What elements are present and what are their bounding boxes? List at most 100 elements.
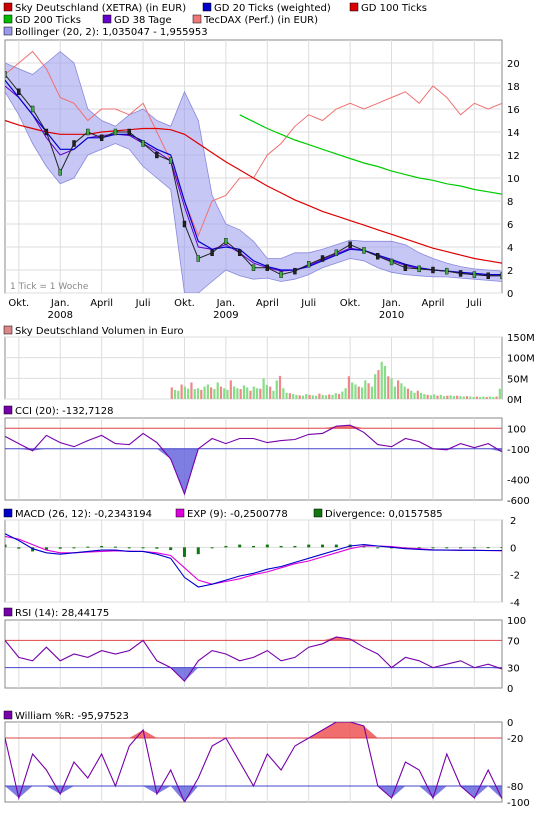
legend-item-gd20: GD 20 Ticks (weighted)	[214, 3, 331, 14]
volume-y-tick-2: 100M	[507, 354, 535, 365]
legend-item-gd200: GD 200 Ticks	[15, 15, 81, 26]
rsi-line	[5, 636, 502, 683]
legend-swatch-tecdax	[192, 14, 202, 24]
macd-y-tick-0: 2	[510, 516, 516, 527]
volume-bar-54	[347, 376, 351, 399]
divergence-legend-swatch	[313, 508, 323, 518]
volume-bar-20	[236, 388, 239, 399]
price-candle-6	[86, 128, 90, 136]
cci-plot	[5, 424, 502, 496]
cci-legend-swatch	[3, 405, 13, 415]
x-year-1: 2009	[213, 310, 238, 321]
volume-bar-10	[203, 386, 206, 399]
volume-bar-55	[351, 382, 354, 399]
x-year-2: 2010	[379, 310, 404, 321]
x-month-9: Jan.	[381, 298, 401, 309]
volume-bar-100	[498, 388, 501, 399]
exp-legend-swatch	[175, 508, 185, 518]
main-y-tick-2: 4	[507, 243, 513, 254]
volume-bar-72	[406, 388, 410, 399]
divergence-bar-13	[182, 547, 186, 557]
williams-plot	[5, 722, 502, 802]
volume-bar-52	[341, 391, 344, 399]
main-y-tick-1: 2	[507, 266, 513, 277]
volume-bar-24	[249, 390, 252, 399]
volume-y-tick-0: 0M	[507, 395, 522, 406]
main-y-tick-7: 14	[507, 128, 520, 139]
volume-bar-22	[242, 385, 246, 399]
volume-bar-71	[403, 386, 406, 399]
rsi-panel-frame	[4, 619, 503, 689]
rsi-y-tick-3: 0	[507, 684, 513, 695]
volume-bar-91	[469, 396, 472, 399]
price-candle-2	[30, 105, 35, 113]
x-axis-labels: Okt. Jan. April Juli Okt. Jan. April Juli Okt. Ja…	[8, 298, 481, 321]
williams-overbought-fill	[5, 722, 502, 738]
legend-swatch-price	[3, 2, 13, 12]
macd-grid	[5, 519, 502, 603]
volume-bar-83	[442, 396, 446, 399]
williams-y-tick-3: -100	[507, 798, 530, 809]
volume-bar-99	[495, 396, 498, 399]
volume-bar-94	[479, 396, 482, 399]
volume-bar-1	[173, 389, 177, 399]
volume-bar-7	[193, 389, 196, 399]
divergence-bar-11	[155, 547, 159, 549]
volume-bar-6	[190, 382, 193, 399]
volume-bar-64	[380, 361, 383, 399]
price-candle-24	[334, 249, 339, 256]
volume-bar-69	[397, 380, 400, 399]
x-month-5: Jan.	[216, 298, 236, 309]
volume-bar-15	[219, 386, 223, 399]
cci-panel-frame	[4, 417, 503, 501]
volume-bar-3	[180, 384, 183, 399]
volume-legend-swatch	[3, 325, 13, 335]
cci-grid	[18, 418, 475, 500]
williams-y-tick-1: -20	[507, 734, 523, 745]
divergence-bar-36	[500, 547, 502, 549]
volume-bar-79	[429, 395, 433, 399]
divergence-bar-14	[196, 547, 200, 555]
volume-bar-70	[400, 383, 403, 399]
divergence-bar-6	[86, 546, 90, 548]
volume-bar-26	[255, 388, 259, 399]
volume-bar-62	[374, 374, 377, 399]
x-month-3: Juli	[135, 298, 151, 309]
macd-plot	[5, 533, 502, 588]
divergence-bar-32	[445, 547, 449, 549]
divergence-bar-4	[58, 547, 62, 549]
volume-bar-86	[452, 396, 455, 399]
price-candle-11	[155, 151, 159, 159]
volume-bar-35	[285, 392, 288, 399]
legend-swatch-gd200	[3, 14, 13, 24]
main-y-tick-3: 6	[507, 220, 513, 231]
volume-bar-39	[298, 395, 301, 399]
volume-bar-80	[433, 394, 436, 399]
volume-bar-50	[334, 393, 337, 399]
divergence-bar-24	[334, 544, 338, 548]
cci-y-tick-1: -100	[507, 445, 530, 456]
tick-note: 1 Tick = 1 Woche	[10, 282, 89, 292]
volume-bar-58	[360, 387, 364, 399]
price-candle-27	[376, 252, 380, 260]
volume-bar-18	[229, 380, 232, 399]
main-plot	[5, 50, 502, 293]
main-y-tick-8: 16	[507, 105, 520, 116]
main-y-tick-4: 8	[507, 197, 513, 208]
volume-bar-84	[446, 395, 449, 399]
volume-bar-36	[288, 393, 291, 399]
rsi-label: RSI (14): 28,44175	[15, 608, 109, 619]
divergence-bar-23	[321, 544, 325, 548]
legend-swatch-gd38	[102, 14, 112, 24]
chart-canvas: Sky Deutschland (XETRA) (in EUR) GD 20 T…	[3, 2, 535, 809]
x-month-10: April	[422, 298, 445, 309]
williams-label: William %R: -95,97523	[15, 711, 129, 722]
volume-bar-51	[337, 394, 341, 399]
macd-legend-swatch	[3, 508, 13, 518]
rsi-y-tick-0: 100	[507, 616, 526, 627]
volume-bar-42	[308, 394, 311, 399]
volume-y-ticks: 0M 50M 100M 150M	[507, 333, 535, 406]
volume-bar-61	[370, 386, 373, 399]
williams-y-tick-2: -80	[507, 782, 523, 793]
volume-bar-37	[292, 394, 295, 399]
